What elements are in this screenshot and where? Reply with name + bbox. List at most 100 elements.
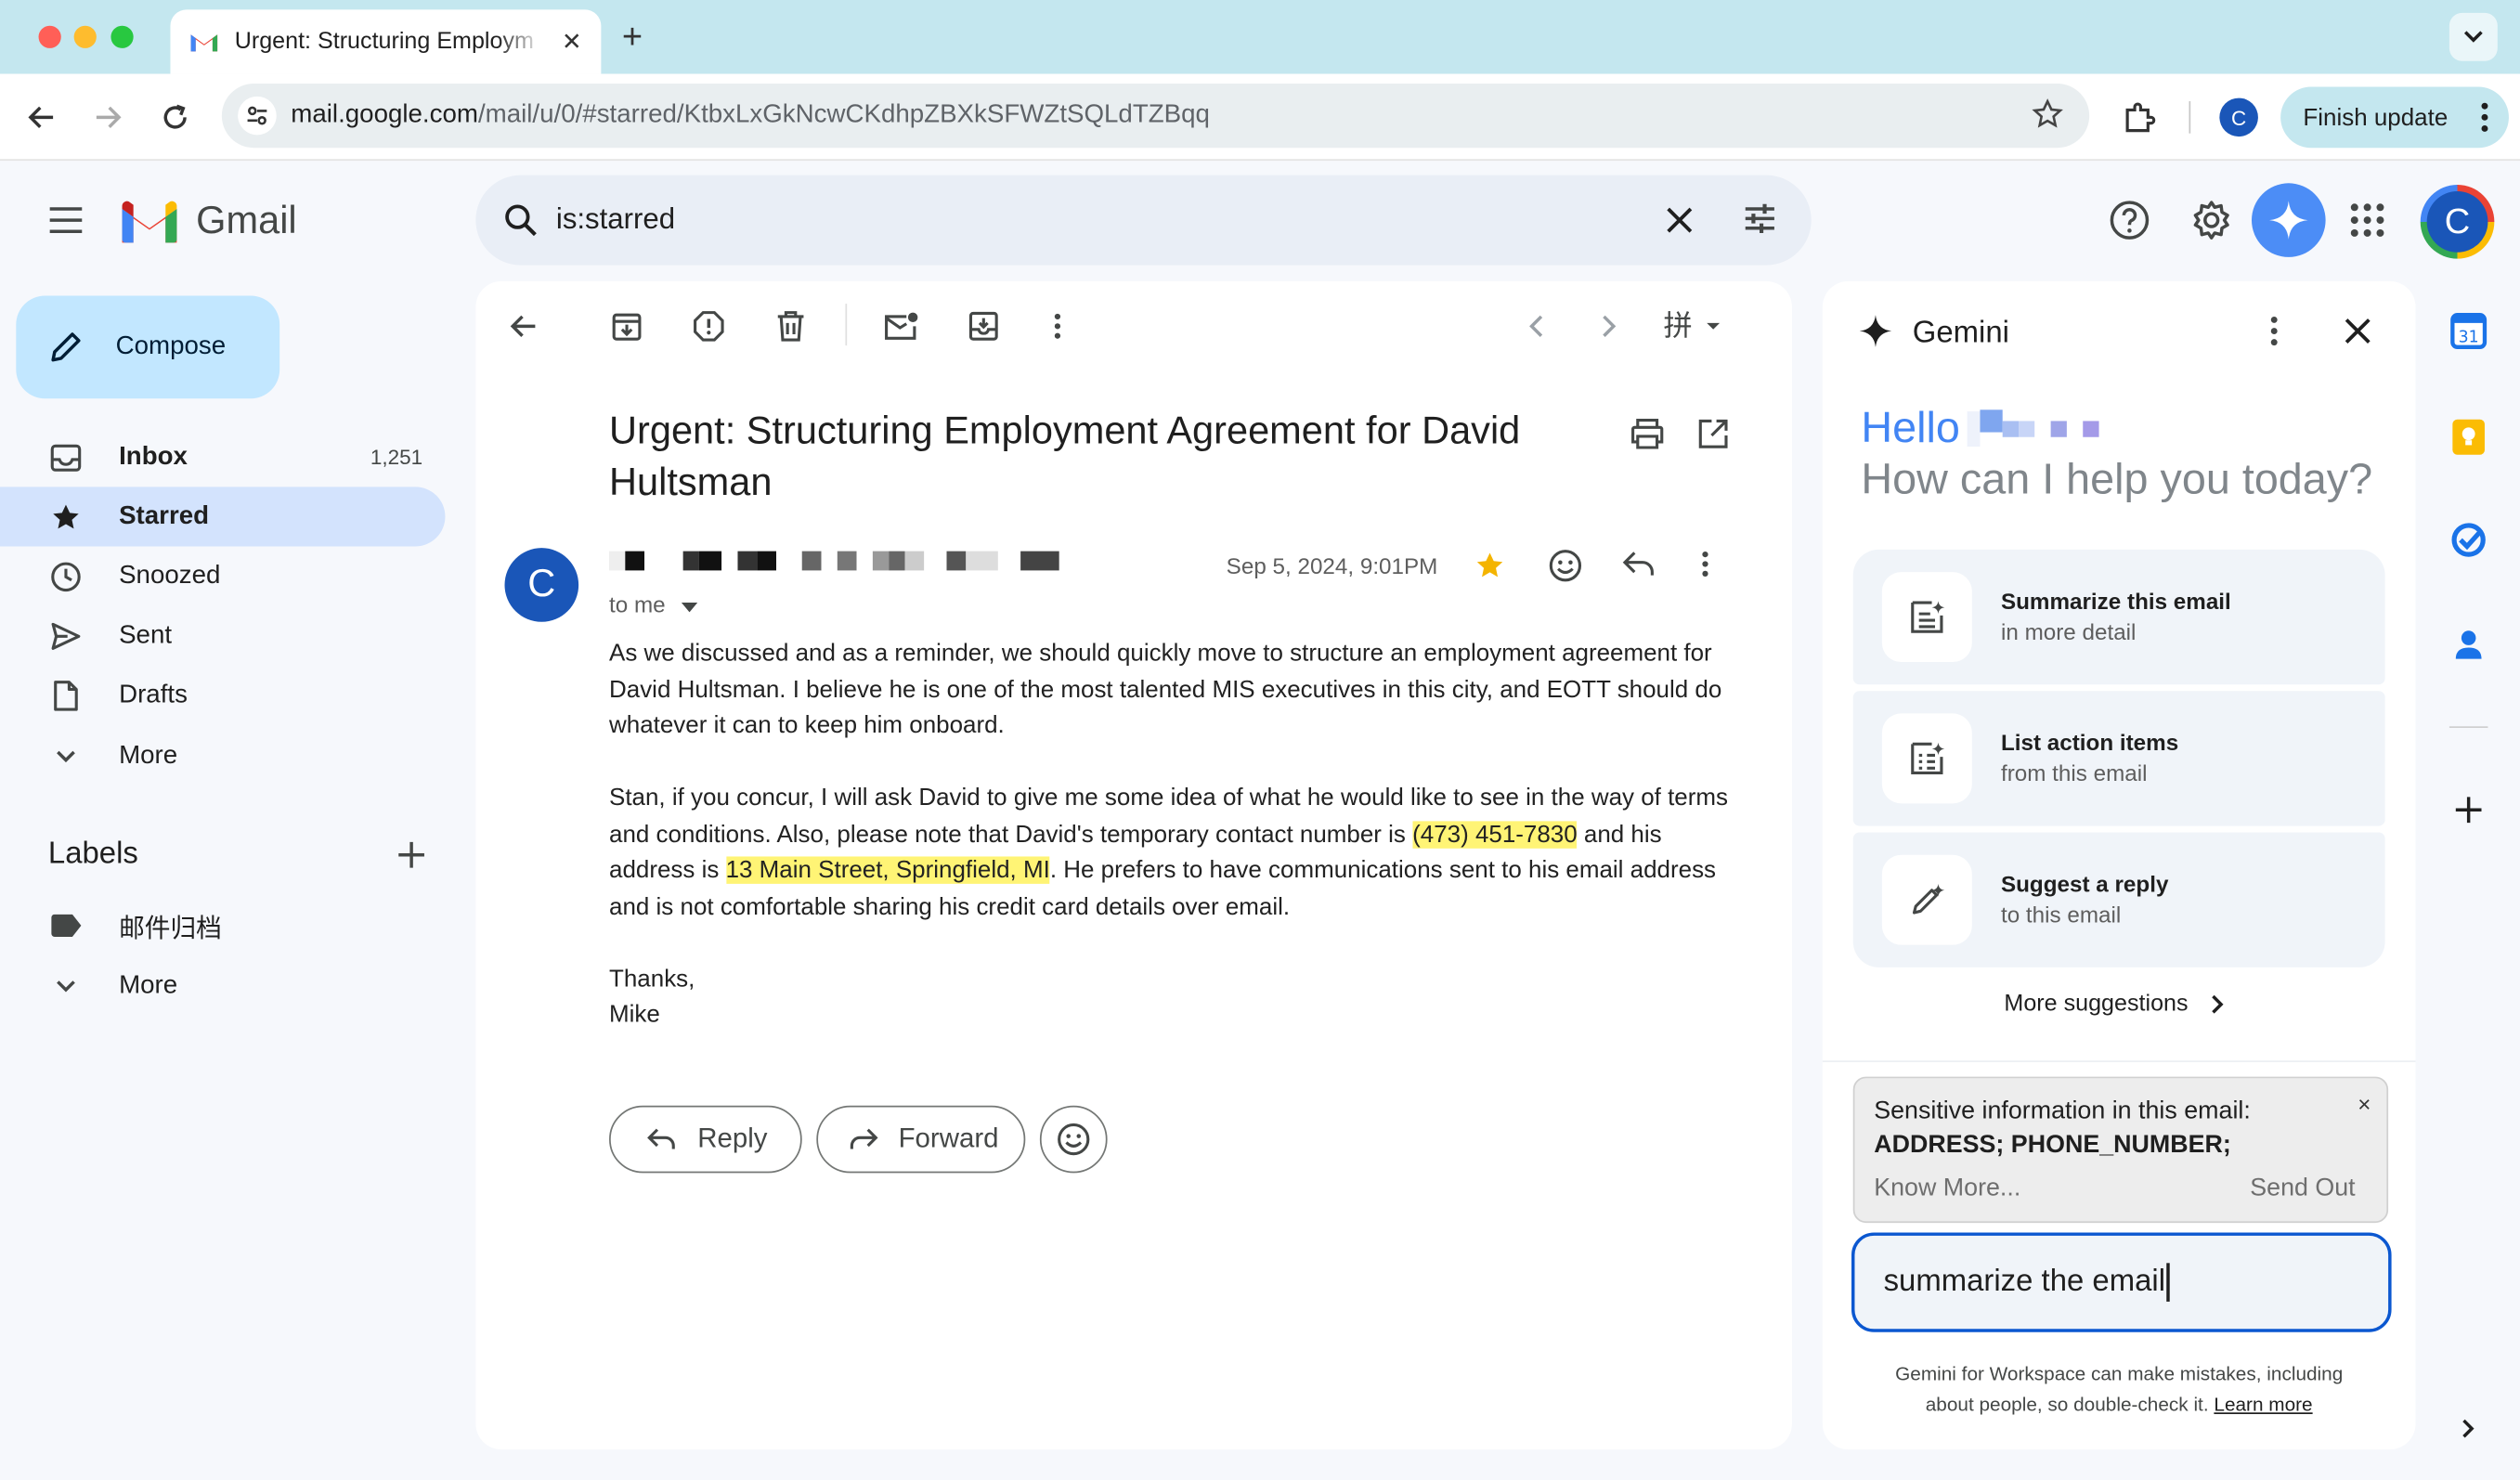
tasks-icon [2451, 523, 2486, 557]
older-email-button[interactable] [1591, 308, 1627, 344]
address-bar[interactable]: mail.google.com/mail/u/0/#starred/KtbxLx… [221, 83, 2090, 149]
tasks-app-button[interactable] [2448, 519, 2489, 561]
browser-toolbar: mail.google.com/mail/u/0/#starred/KtbxLx… [0, 73, 2520, 162]
contacts-app-button[interactable] [2448, 624, 2489, 666]
message-more-button[interactable] [1700, 550, 1709, 587]
email-paragraph: As we discussed and as a reminder, we sh… [609, 639, 1722, 740]
minimize-window-button[interactable] [73, 25, 97, 48]
clear-search-icon[interactable] [1660, 201, 1699, 240]
suggestion-reply[interactable]: Suggest a reply to this email [1852, 832, 2385, 967]
gmail-logo-icon[interactable] [119, 200, 180, 248]
reply-icon-button[interactable] [1621, 550, 1656, 587]
calendar-app-button[interactable]: 31 [2448, 310, 2489, 352]
gemini-prompt-text: summarize the email [1883, 1265, 2166, 1299]
show-side-panel-button[interactable] [2448, 1408, 2489, 1449]
mail-search-bar[interactable]: is:starred [475, 175, 1812, 266]
more-vert-icon [1702, 551, 1708, 577]
sidebar-item-sent[interactable]: Sent [0, 605, 445, 665]
send-out-button[interactable]: Send Out [2250, 1175, 2355, 1203]
more-vert-icon [2270, 316, 2278, 346]
gemini-more-button[interactable] [2269, 315, 2279, 355]
browser-tab-active[interactable]: Urgent: Structuring Employm ✕ [170, 9, 602, 74]
add-reaction-button[interactable] [1548, 548, 1583, 591]
add-label-button[interactable] [396, 838, 428, 878]
support-button[interactable] [2109, 200, 2150, 241]
sender-avatar[interactable]: C [504, 548, 579, 622]
recipient-details-toggle[interactable]: to me [609, 591, 698, 617]
sidebar-item-snoozed[interactable]: Snoozed [0, 546, 445, 605]
forward-label: Forward [898, 1123, 999, 1154]
search-input[interactable]: is:starred [556, 202, 675, 236]
gemini-spark-icon [1859, 315, 1892, 347]
list-icon [1881, 713, 1972, 804]
delete-button[interactable] [773, 308, 809, 344]
mark-unread-button[interactable] [884, 308, 919, 344]
gemini-spark-icon [2269, 201, 2308, 240]
get-addons-button[interactable] [2448, 789, 2489, 831]
sidebar-item-drafts[interactable]: Drafts [0, 666, 445, 725]
maximize-window-button[interactable] [110, 25, 134, 48]
sidebar-label-archive[interactable]: 邮件归档 [0, 895, 445, 954]
text-caret [2166, 1263, 2171, 1302]
tab-search-button[interactable] [2449, 12, 2498, 61]
gemini-prompt-input[interactable]: summarize the email [1851, 1232, 2392, 1332]
newer-email-button[interactable] [1519, 308, 1554, 344]
learn-more-link[interactable]: Learn more [2214, 1394, 2312, 1416]
react-emoji-button[interactable] [1039, 1105, 1108, 1174]
extensions-icon[interactable] [2122, 99, 2157, 143]
bookmark-star-icon[interactable] [2032, 98, 2064, 138]
open-new-window-button[interactable] [1697, 418, 1730, 458]
back-button[interactable] [24, 99, 59, 135]
browser-profile-avatar[interactable]: C [2219, 97, 2258, 137]
suggestion-summarize[interactable]: Summarize this email in more detail [1852, 549, 2385, 685]
compose-label: Compose [115, 332, 227, 360]
apps-grid-icon [2350, 203, 2384, 237]
chevron-left-icon [1529, 315, 1543, 337]
input-tools-icon: 拼 [1663, 310, 1721, 343]
tab-close-icon[interactable]: ✕ [562, 27, 582, 56]
archive-icon [612, 313, 642, 341]
sidebar-labels-more[interactable]: More [0, 956, 445, 1016]
gemini-toggle-button[interactable] [2251, 183, 2326, 257]
starred-toggle[interactable] [1474, 550, 1506, 590]
email-paragraph: Stan, if you concur, I will ask David to… [609, 784, 1729, 920]
trash-icon [777, 311, 804, 342]
new-tab-button[interactable]: + [622, 16, 643, 58]
tab-title: Urgent: Structuring Employm [234, 29, 534, 55]
input-tools-button[interactable]: 拼 [1662, 308, 1726, 344]
forward-button[interactable]: Forward [816, 1105, 1026, 1174]
gemini-disclaimer: Gemini for Workspace can make mistakes, … [1871, 1359, 2368, 1421]
sidebar-item-more[interactable]: More [0, 726, 445, 785]
print-all-button[interactable] [1630, 418, 1665, 458]
draft-icon [48, 679, 84, 711]
more-actions-button[interactable] [1040, 308, 1075, 344]
search-icon[interactable] [501, 201, 540, 240]
forward-button[interactable] [90, 99, 125, 135]
google-apps-button[interactable] [2346, 200, 2388, 241]
sidebar-item-inbox[interactable]: Inbox 1,251 [0, 427, 445, 487]
finish-update-label: Finish update [2303, 103, 2449, 132]
know-more-link[interactable]: Know More... [1874, 1175, 2020, 1203]
back-to-list-button[interactable] [506, 308, 541, 344]
compose-button[interactable]: Compose [16, 295, 280, 399]
reply-button[interactable]: Reply [609, 1105, 802, 1174]
account-avatar[interactable]: C [2420, 185, 2495, 259]
sidebar-item-starred[interactable]: Starred [0, 487, 446, 547]
report-spam-button[interactable] [691, 308, 726, 344]
search-options-icon[interactable] [1741, 200, 1780, 239]
finish-update-button[interactable]: Finish update [2280, 86, 2509, 149]
sensitive-close-icon[interactable]: × [2358, 1091, 2371, 1117]
spam-icon [694, 311, 724, 342]
settings-button[interactable] [2190, 200, 2232, 241]
gemini-close-button[interactable] [2342, 315, 2374, 355]
keep-app-button[interactable] [2448, 416, 2489, 458]
more-suggestions-button[interactable]: More suggestions [2004, 992, 2227, 1018]
sidebar-item-label: More [119, 971, 178, 999]
move-to-button[interactable] [966, 308, 1001, 344]
close-window-button[interactable] [38, 25, 61, 48]
archive-button[interactable] [609, 308, 644, 344]
main-menu-button[interactable] [48, 206, 84, 243]
reload-button[interactable] [158, 99, 193, 135]
suggestion-action-items[interactable]: List action items from this email [1852, 691, 2385, 826]
site-info-icon[interactable] [238, 96, 277, 136]
